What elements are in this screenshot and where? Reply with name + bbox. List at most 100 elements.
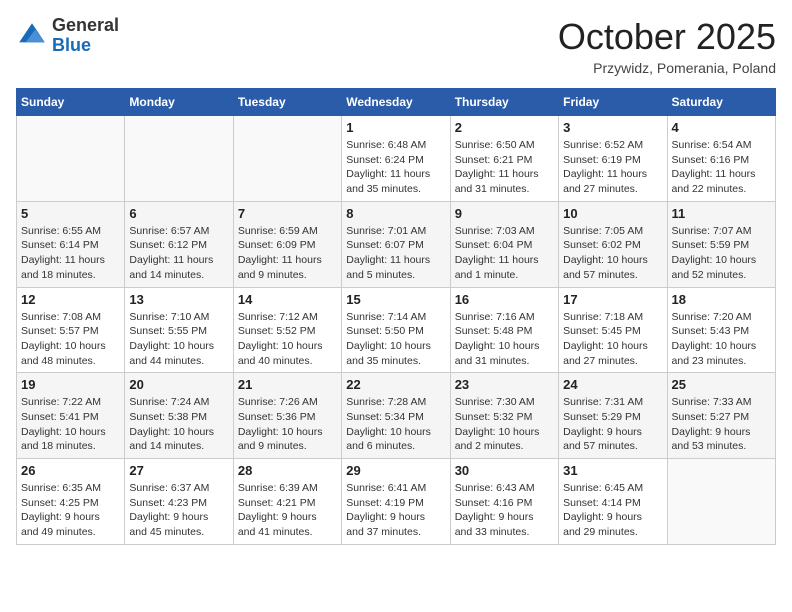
daylight-label: Daylight: 10 hoursand 18 minutes. [21,426,106,453]
calendar-cell: 26Sunrise: 6:35 AMSunset: 4:25 PMDayligh… [17,459,125,545]
calendar-cell: 23Sunrise: 7:30 AMSunset: 5:32 PMDayligh… [450,373,558,459]
daylight-label: Daylight: 9 hoursand 57 minutes. [563,426,642,453]
daylight-label: Daylight: 10 hours and 27 minutes. [563,340,648,367]
calendar-cell: 6Sunrise: 6:57 AMSunset: 6:12 PMDaylight… [125,201,233,287]
sunrise-label: Sunrise: 7:07 AM [672,225,752,237]
sunrise-label: Sunrise: 6:59 AM [238,225,318,237]
sunrise-label: Sunrise: 7:28 AM [346,396,426,408]
day-number: 9 [455,206,554,221]
day-number: 1 [346,120,445,135]
day-info: Sunrise: 6:52 AMSunset: 6:19 PMDaylight:… [563,138,662,197]
sunset-label: Sunset: 6:09 PM [238,239,316,251]
sunset-label: Sunset: 6:02 PM [563,239,641,251]
sunrise-label: Sunrise: 6:50 AM [455,139,535,151]
day-info: Sunrise: 7:28 AM Sunset: 5:34 PM Daylight:… [346,395,445,454]
daylight-minutes: and 31 minutes. [455,183,530,195]
day-number: 19 [21,377,120,392]
day-number: 20 [129,377,228,392]
day-info: Sunrise: 7:01 AMSunset: 6:07 PMDaylight:… [346,224,445,283]
calendar-cell: 17Sunrise: 7:18 AMSunset: 5:45 PMDayligh… [559,287,667,373]
logo-line2: Blue [52,36,119,56]
calendar-cell: 3Sunrise: 6:52 AMSunset: 6:19 PMDaylight… [559,116,667,202]
daylight-label: Daylight: 10 hours and 14 minutes. [129,426,214,453]
sunrise-label: Sunrise: 6:39 AM [238,482,318,494]
daylight-hours: Daylight: 10 hours [238,340,323,352]
daylight-minutes: and 44 minutes. [129,355,204,367]
daylight-hours: Daylight: 11 hours [21,254,105,266]
day-info: Sunrise: 6:37 AMSunset: 4:23 PMDaylight:… [129,481,228,540]
sunrise-label: Sunrise: 7:10 AM [129,311,209,323]
calendar-week-1: 1Sunrise: 6:48 AMSunset: 6:24 PMDaylight… [17,116,776,202]
day-number: 29 [346,463,445,478]
day-number: 24 [563,377,662,392]
daylight-hours: Daylight: 11 hours [563,168,647,180]
daylight-hours: Daylight: 10 hours [129,426,214,438]
day-number: 21 [238,377,337,392]
daylight-hours: Daylight: 11 hours [672,168,756,180]
daylight-label: Daylight: 11 hoursand 9 minutes. [238,254,322,281]
sunset-label: Sunset: 5:34 PM [346,411,424,423]
daylight-label: Daylight: 9 hours and 53 minutes. [672,426,751,453]
daylight-label: Daylight: 10 hoursand 31 minutes. [455,340,540,367]
daylight-label: Daylight: 10 hoursand 6 minutes. [346,426,431,453]
daylight-hours: Daylight: 9 hours [21,511,100,523]
weekday-header-friday: Friday [559,89,667,116]
day-info: Sunrise: 7:20 AMSunset: 5:43 PMDaylight:… [672,310,771,369]
daylight-minutes: and 45 minutes. [129,526,204,538]
sunset-label: Sunset: 5:43 PM [672,325,750,337]
sunset-label: Sunset: 5:52 PM [238,325,316,337]
daylight-minutes: and 1 minute. [455,269,519,281]
day-info: Sunrise: 7:10 AMSunset: 5:55 PMDaylight:… [129,310,228,369]
calendar-cell: 29 Sunrise: 6:41 AM Sunset: 4:19 PM Dayligh… [342,459,450,545]
daylight-hours: Daylight: 10 hours [455,426,540,438]
calendar-cell: 10Sunrise: 7:05 AMSunset: 6:02 PMDayligh… [559,201,667,287]
daylight-minutes: and 27 minutes. [563,355,638,367]
daylight-minutes: and 29 minutes. [563,526,638,538]
daylight-minutes: and 52 minutes. [672,269,747,281]
sunset-label: Sunset: 4:19 PM [346,497,424,509]
daylight-hours: Daylight: 10 hours [455,340,540,352]
day-number: 8 [346,206,445,221]
day-number: 25 [672,377,771,392]
sunset-label: Sunset: 6:24 PM [346,154,424,166]
calendar-cell [17,116,125,202]
daylight-hours: Daylight: 11 hours [455,254,539,266]
day-info: Sunrise: 7:05 AMSunset: 6:02 PMDaylight:… [563,224,662,283]
day-number: 28 [238,463,337,478]
daylight-minutes: and 6 minutes. [346,440,415,452]
daylight-minutes: and 33 minutes. [455,526,530,538]
day-info: Sunrise: 6:45 AMSunset: 4:14 PMDaylight:… [563,481,662,540]
daylight-minutes: and 53 minutes. [672,440,747,452]
daylight-label: Daylight: 11 hoursand 5 minutes. [346,254,430,281]
sunset-label: Sunset: 6:16 PM [672,154,750,166]
day-info: Sunrise: 7:07 AMSunset: 5:59 PMDaylight:… [672,224,771,283]
calendar-cell: 18Sunrise: 7:20 AMSunset: 5:43 PMDayligh… [667,287,775,373]
calendar-cell: 5Sunrise: 6:55 AMSunset: 6:14 PMDaylight… [17,201,125,287]
day-info: Sunrise: 7:31 AMSunset: 5:29 PMDaylight:… [563,395,662,454]
day-info: Sunrise: 6:54 AMSunset: 6:16 PMDaylight:… [672,138,771,197]
day-info: Sunrise: 6:50 AMSunset: 6:21 PMDaylight:… [455,138,554,197]
sunset-label: Sunset: 4:25 PM [21,497,99,509]
logo-line1: General [52,16,119,36]
daylight-hours: Daylight: 10 hours [563,340,648,352]
daylight-hours: Daylight: 11 hours [455,168,539,180]
day-number: 31 [563,463,662,478]
day-info: Sunrise: 6:41 AM Sunset: 4:19 PM Daylight:… [346,481,445,540]
sunset-label: Sunset: 5:38 PM [129,411,207,423]
day-number: 16 [455,292,554,307]
sunrise-label: Sunrise: 6:41 AM [346,482,426,494]
day-number: 30 [455,463,554,478]
daylight-label: Daylight: 9 hoursand 37 minutes. [346,511,425,538]
sunrise-label: Sunrise: 6:45 AM [563,482,643,494]
daylight-hours: Daylight: 10 hours [563,254,648,266]
calendar-cell: 24 Sunrise: 7:31 AMSunset: 5:29 PMDayligh… [559,373,667,459]
sunrise-label: Sunrise: 6:43 AM [455,482,535,494]
daylight-minutes: and 14 minutes. [129,440,204,452]
sunset-label: Sunset: 4:16 PM [455,497,533,509]
sunrise-label: Sunrise: 7:12 AM [238,311,318,323]
daylight-minutes: and 2 minutes. [455,440,524,452]
sunset-label: Sunset: 5:59 PM [672,239,750,251]
daylight-minutes: and 5 minutes. [346,269,415,281]
daylight-hours: Daylight: 9 hours [672,426,751,438]
daylight-hours: Daylight: 9 hours [563,511,642,523]
